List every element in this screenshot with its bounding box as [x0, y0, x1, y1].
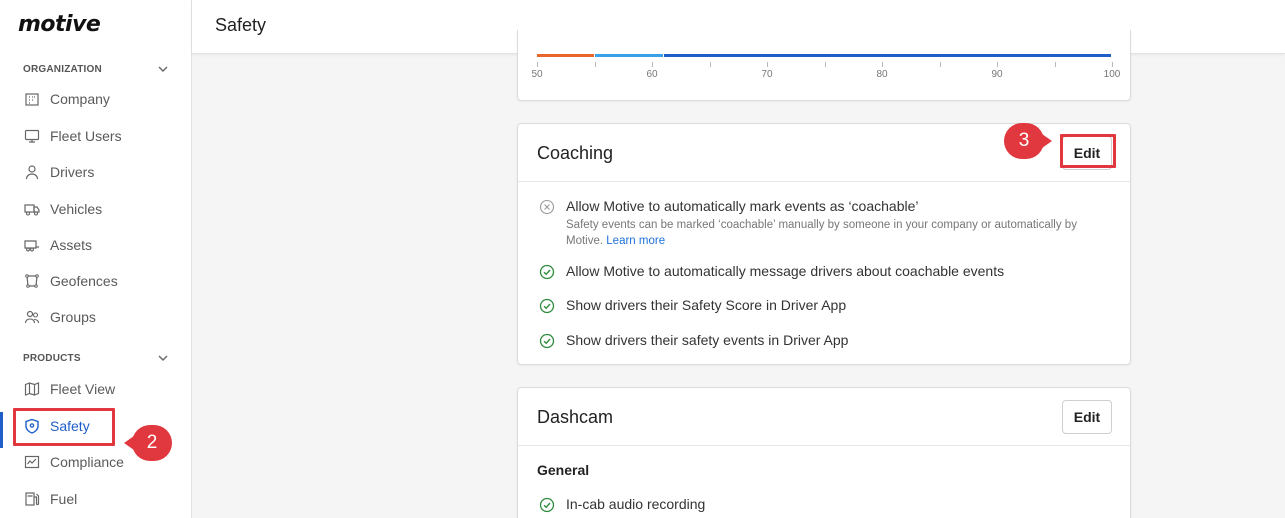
divider [518, 445, 1130, 446]
step-badge-2: 2 [124, 425, 172, 461]
safety-score-scale-card: 50 60 70 80 90 100 [517, 30, 1131, 101]
dashcam-card: Dashcam Edit General In-cab audio record… [517, 387, 1131, 518]
coaching-setting-show-score: Show drivers their Safety Score in Drive… [537, 297, 1117, 317]
scale-tick [537, 62, 538, 67]
geofence-icon [23, 272, 41, 290]
sidebar-item-label: Company [50, 91, 110, 107]
scale-tick-label: 80 [876, 69, 888, 80]
sidebar-item-label: Geofences [50, 273, 118, 289]
scale-segment [663, 54, 1111, 57]
motive-logo[interactable]: motive [18, 12, 101, 37]
person-icon [23, 163, 41, 181]
sidebar-item-label: Fleet Users [50, 128, 122, 144]
group-icon [23, 308, 41, 326]
sidebar-item-vehicles[interactable]: Vehicles [0, 194, 191, 224]
scale-tick [709, 62, 711, 67]
scale-segment [537, 54, 594, 57]
chevron-down-icon [158, 355, 168, 361]
scale-segment [594, 54, 663, 57]
setting-label: Show drivers their Safety Score in Drive… [566, 297, 847, 313]
scale-tick [652, 62, 653, 67]
sidebar-item-fleet-users[interactable]: Fleet Users [0, 121, 191, 151]
scale-tick [939, 62, 941, 67]
dashcam-section-general: General [537, 462, 590, 478]
sidebar-item-label: Fuel [50, 491, 78, 507]
sidebar-item-company[interactable]: Company [0, 84, 191, 114]
sidebar-item-label: Vehicles [50, 201, 103, 217]
setting-description: Safety events can be marked ‘coachable’ … [566, 219, 1077, 247]
scale-tick-label: 70 [761, 69, 773, 80]
coaching-setting-auto-mark: Allow Motive to automatically mark event… [537, 198, 1117, 248]
score-scale: 50 60 70 80 90 100 [531, 54, 1120, 94]
fuel-icon [23, 490, 41, 508]
sidebar-item-drivers[interactable]: Drivers [0, 157, 191, 187]
learn-more-link[interactable]: Learn more [606, 235, 665, 247]
scale-tick [997, 62, 998, 67]
safety-highlight-box [13, 408, 115, 446]
coaching-card: Coaching Edit Allow Motive to automatica… [517, 123, 1131, 365]
sidebar-item-label: Assets [50, 237, 93, 253]
sidebar-item-fleet-view[interactable]: Fleet View [0, 374, 191, 404]
step-badge-3: 3 [1004, 123, 1052, 159]
sidebar-item-label: Drivers [50, 164, 95, 180]
products-section-header[interactable]: PRODUCTS [23, 353, 173, 367]
dashcam-title: Dashcam [537, 407, 614, 427]
monitor-icon [23, 127, 41, 145]
disabled-x-circle-icon [539, 199, 555, 215]
trailer-icon [23, 236, 41, 254]
setting-label: Allow Motive to automatically mark event… [566, 198, 919, 214]
sidebar-item-label: Compliance [50, 454, 124, 470]
setting-label: Show drivers their safety events in Driv… [566, 332, 849, 348]
edit-highlight-box [1060, 134, 1116, 168]
check-circle-icon [539, 333, 555, 349]
truck-icon [23, 200, 41, 218]
check-circle-icon [539, 298, 555, 314]
scale-tick [1112, 62, 1113, 67]
setting-label: In-cab audio recording [566, 496, 706, 512]
check-circle-icon [539, 497, 555, 513]
organization-section-header[interactable]: ORGANIZATION [23, 64, 173, 78]
coaching-setting-auto-message: Allow Motive to automatically message dr… [537, 263, 1117, 283]
sidebar-item-geofences[interactable]: Geofences [0, 266, 191, 296]
map-icon [23, 380, 41, 398]
scale-tick [767, 62, 768, 67]
divider [518, 181, 1130, 182]
scale-tick-label: 60 [646, 69, 658, 80]
scale-tick [594, 62, 596, 67]
chevron-down-icon [158, 66, 168, 72]
scale-tick-label: 100 [1103, 69, 1121, 80]
scale-tick [824, 62, 826, 67]
page-title: Safety [215, 15, 267, 35]
sidebar-item-groups[interactable]: Groups [0, 302, 191, 332]
scale-tick [1054, 62, 1056, 67]
sidebar-item-fuel[interactable]: Fuel [0, 484, 191, 514]
building-icon [23, 90, 41, 108]
scale-tick-label: 50 [531, 69, 543, 80]
scale-tick [882, 62, 883, 67]
sidebar-item-assets[interactable]: Assets [0, 230, 191, 260]
sidebar-item-label: Fleet View [50, 381, 116, 397]
check-circle-icon [539, 264, 555, 280]
dashcam-setting-audio: In-cab audio recording [537, 496, 1117, 516]
sidebar-item-label: Groups [50, 309, 96, 325]
scale-tick-label: 90 [991, 69, 1003, 80]
coaching-setting-show-events: Show drivers their safety events in Driv… [537, 332, 1117, 352]
setting-label: Allow Motive to automatically message dr… [566, 263, 1005, 279]
coaching-title: Coaching [537, 143, 614, 163]
compliance-icon [23, 453, 41, 471]
dashcam-edit-button[interactable]: Edit [1062, 400, 1112, 434]
